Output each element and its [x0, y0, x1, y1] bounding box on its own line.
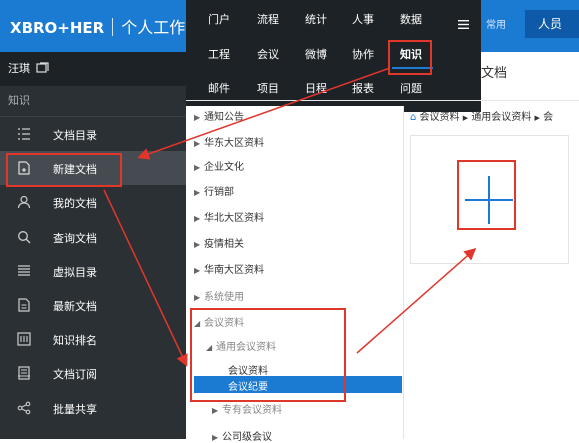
sidebar-item-label: 文档订阅 — [53, 368, 97, 382]
list-icon — [18, 128, 30, 140]
menu-item-weibo[interactable]: 微博 — [305, 46, 327, 62]
switch-user-icon[interactable] — [36, 62, 49, 74]
tree-node[interactable]: ▶ 疫情相关 — [194, 235, 244, 250]
sidebar-item-label: 文档目录 — [53, 129, 97, 142]
menu-item-project[interactable]: 项目 — [257, 80, 279, 96]
user-name: 汪琪 — [8, 62, 30, 75]
menu-item-hr[interactable]: 人事 — [352, 11, 374, 27]
header-divider — [186, 100, 579, 101]
tree-node-label: 通知公告 — [204, 112, 244, 123]
menu-item-collaboration[interactable]: 协作 — [352, 46, 374, 62]
tree-node-label: 华北大区资料 — [204, 213, 264, 224]
brand-logo: XBRO+HER — [10, 19, 105, 37]
sidebar-item-batch-share[interactable]: 批量共享 — [0, 391, 186, 425]
tree-node[interactable]: ▶ 行销部 — [194, 183, 234, 198]
highlight-plus-button — [457, 160, 516, 230]
user-menu-button[interactable]: 人员 — [525, 10, 579, 38]
sidebar-item-label: 我的文档 — [53, 197, 97, 211]
tree-node-label: 企业文化 — [204, 162, 244, 173]
breadcrumb-item[interactable]: 通用会议资料 — [471, 112, 531, 123]
collapsed-arrow-icon: ▶ — [212, 406, 219, 415]
sidebar: 汪琪 知识 文档目录 新建文档 我的文档 查询文档 虚拟目录 最新文档 知识排名… — [0, 52, 186, 439]
collapsed-arrow-icon: ▶ — [194, 188, 201, 197]
tree-node-label: 专有会议资料 — [222, 405, 282, 416]
collapsed-arrow-icon: ▶ — [212, 433, 219, 442]
sidebar-item-knowledge-ranking[interactable]: 知识排名 — [0, 322, 186, 356]
breadcrumb-separator-icon: ▶ — [462, 114, 469, 122]
collapsed-arrow-icon: ▶ — [194, 214, 201, 223]
menu-item-statistics[interactable]: 统计 — [305, 11, 327, 27]
hamburger-menu-icon[interactable] — [458, 20, 469, 29]
highlight-meeting-minutes — [190, 308, 346, 402]
collapsed-arrow-icon: ▶ — [194, 163, 201, 172]
sidebar-item-label: 知识排名 — [53, 334, 97, 348]
document-icon — [18, 298, 30, 312]
sidebar-item-label: 查询文档 — [53, 231, 97, 245]
sidebar-item-label: 批量共享 — [53, 402, 97, 416]
collapsed-arrow-icon: ▶ — [194, 293, 201, 302]
collapsed-arrow-icon: ▶ — [194, 266, 201, 275]
tree-node[interactable]: ▶ 公司级会议 — [212, 428, 272, 443]
sidebar-item-search-documents[interactable]: 查询文档 — [0, 220, 186, 254]
home-icon[interactable]: ⌂ — [410, 112, 416, 123]
collapsed-arrow-icon: ▶ — [194, 113, 201, 122]
breadcrumb: ⌂ 会议资料 ▶ 通用会议资料 ▶ 会 — [410, 108, 553, 123]
sidebar-item-label: 最新文档 — [53, 299, 97, 313]
sidebar-item-label: 虚拟目录 — [53, 265, 97, 279]
breadcrumb-item[interactable]: 会议资料 — [420, 112, 460, 123]
tree-node[interactable]: ▶ 华南大区资料 — [194, 261, 264, 276]
sidebar-item-virtual-catalog[interactable]: 虚拟目录 — [0, 254, 186, 288]
search-icon — [18, 230, 31, 244]
tree-node[interactable]: ▶ 华北大区资料 — [194, 209, 264, 224]
sidebar-item-doc-catalog[interactable]: 文档目录 — [0, 117, 186, 151]
tree-node-label: 疫情相关 — [204, 239, 244, 250]
sidebar-user-row[interactable]: 汪琪 — [0, 52, 186, 86]
share-icon — [17, 401, 31, 414]
menu-item-report[interactable]: 报表 — [352, 80, 374, 96]
tree-node[interactable]: ▶ 通知公告 — [194, 108, 244, 123]
sidebar-item-my-documents[interactable]: 我的文档 — [0, 185, 186, 219]
menu-item-engineering[interactable]: 工程 — [208, 46, 230, 62]
sidebar-section-title: 知识 — [0, 86, 186, 117]
tree-node-label: 公司级会议 — [222, 432, 272, 443]
tree-node-label: 华东大区资料 — [204, 138, 264, 149]
tree-node[interactable]: ▶ 华东大区资料 — [194, 134, 264, 149]
user-icon — [17, 196, 31, 209]
page-title: 文档 — [481, 66, 508, 81]
list-lines-icon — [18, 265, 30, 276]
sidebar-item-latest-documents[interactable]: 最新文档 — [0, 288, 186, 322]
tree-node-label: 系统使用 — [204, 292, 244, 303]
common-button[interactable]: 常用 — [486, 16, 506, 31]
top-menu-dropdown: 门户 流程 统计 人事 数据 工程 会议 微博 协作 知识 邮件 项目 日程 报… — [186, 0, 481, 112]
tree-node[interactable]: ▶ 系统使用 — [194, 288, 244, 303]
menu-item-schedule[interactable]: 日程 — [305, 80, 327, 96]
collapsed-arrow-icon: ▶ — [194, 240, 201, 249]
subscribe-icon — [18, 366, 30, 380]
tree-node-label: 华南大区资料 — [204, 265, 264, 276]
menu-item-workflow[interactable]: 流程 — [257, 11, 279, 27]
tree-node-label: 行销部 — [204, 187, 234, 198]
app-logo: XBRO+HER 个人工作台 — [10, 14, 201, 38]
menu-item-meeting[interactable]: 会议 — [257, 46, 279, 62]
tree-node[interactable]: ▶ 企业文化 — [194, 158, 244, 173]
menu-item-portal[interactable]: 门户 — [208, 11, 230, 27]
menu-item-data[interactable]: 数据 — [400, 11, 422, 27]
ranking-icon — [17, 332, 31, 346]
highlight-knowledge-menu — [388, 40, 432, 75]
menu-item-mail[interactable]: 邮件 — [208, 80, 230, 96]
user-menu-label: 人员 — [538, 17, 563, 31]
breadcrumb-separator-icon: ▶ — [534, 114, 540, 122]
highlight-new-document — [6, 153, 122, 187]
breadcrumb-item[interactable]: 会 — [543, 112, 553, 123]
sidebar-item-doc-subscription[interactable]: 文档订阅 — [0, 356, 186, 390]
tree-node[interactable]: ▶ 专有会议资料 — [212, 401, 282, 416]
menu-item-issues[interactable]: 问题 — [400, 80, 422, 96]
collapsed-arrow-icon: ▶ — [194, 139, 201, 148]
